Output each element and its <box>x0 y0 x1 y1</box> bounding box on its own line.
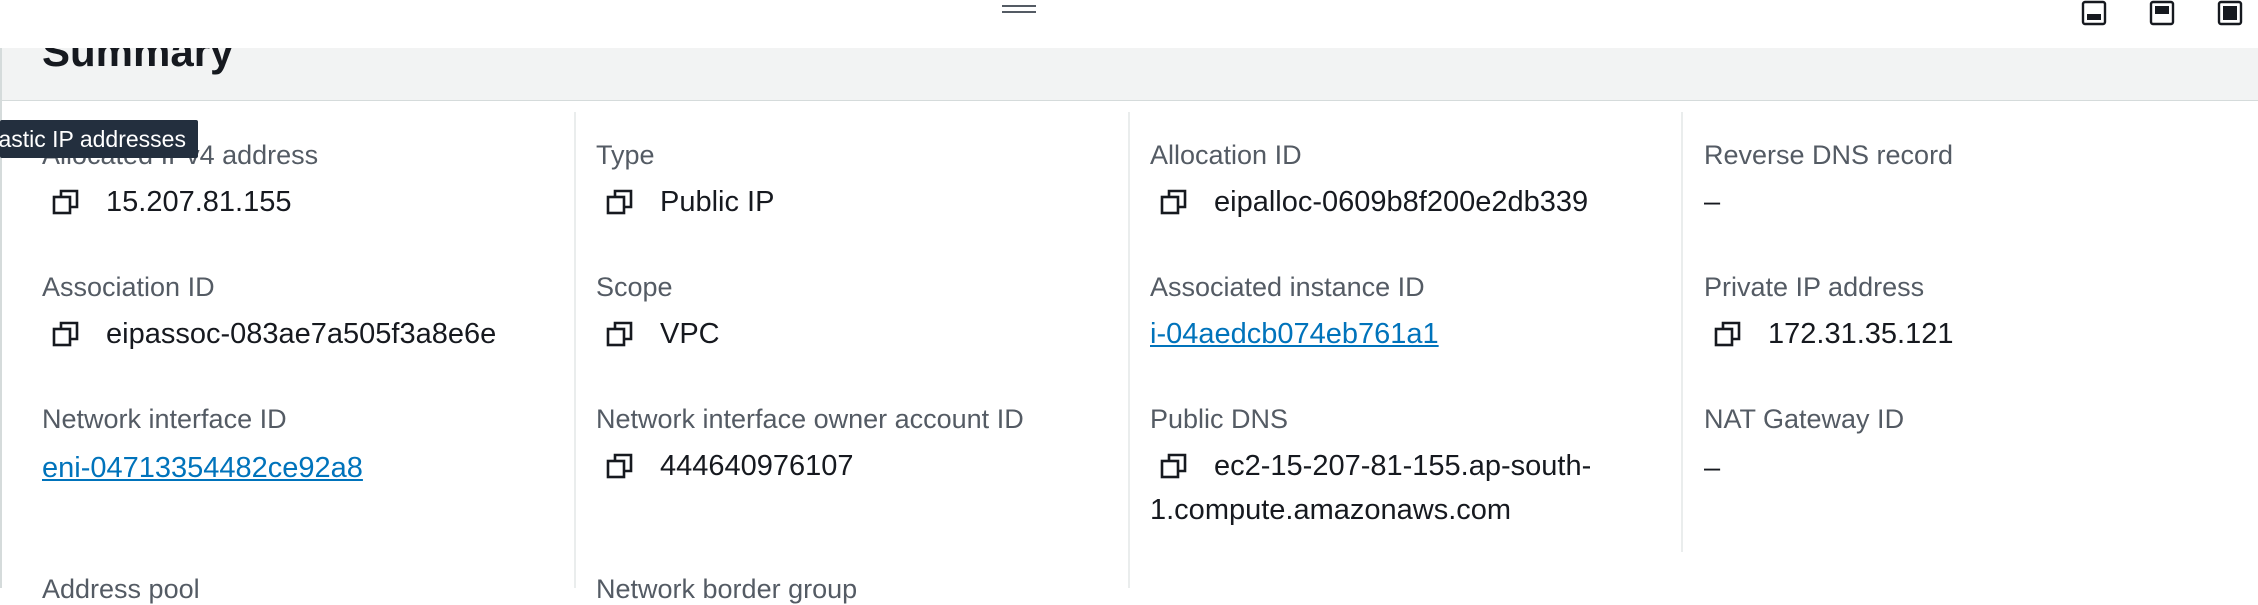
split-bottom-icon[interactable] <box>2080 0 2108 26</box>
tooltip-text: Elastic IP addresses <box>0 126 186 152</box>
scope-value: VPC <box>660 318 720 350</box>
public-dns-value-line2: 1.compute.amazonaws.com <box>1150 494 1512 526</box>
allocation-id-value: eipalloc-0609b8f200e2db339 <box>1214 186 1589 218</box>
instance-id-link[interactable]: i-04aedcb074eb761a1 <box>1150 318 1439 351</box>
panel-title: Summary <box>42 48 234 75</box>
reverse-dns-value: – <box>1704 186 1721 218</box>
eni-owner-value: 444640976107 <box>660 450 854 482</box>
split-panel-topbar <box>0 0 2258 48</box>
address-pool-label: Address pool <box>42 574 200 604</box>
copy-icon[interactable] <box>604 186 636 218</box>
split-full-icon[interactable] <box>2216 0 2244 26</box>
reverse-dns-label: Reverse DNS record <box>1704 140 1954 170</box>
nat-gateway-value: – <box>1704 452 1721 484</box>
private-ip-value: 172.31.35.121 <box>1768 318 1954 350</box>
allocation-id-label: Allocation ID <box>1150 140 1302 170</box>
copy-icon[interactable] <box>50 318 82 350</box>
eni-owner-label: Network interface owner account ID <box>596 404 1024 434</box>
associated-instance-label: Associated instance ID <box>1150 272 1425 302</box>
network-border-group-label: Network border group <box>596 574 858 604</box>
column-divider <box>1681 112 1683 552</box>
public-dns-value-line1: ec2-15-207-81-155.ap-south- <box>1214 450 1592 482</box>
column-divider <box>574 112 576 588</box>
column-divider <box>1128 112 1130 588</box>
network-interface-id-link[interactable]: eni-04713354482ce92a8 <box>42 452 363 485</box>
copy-icon[interactable] <box>1158 186 1190 218</box>
split-side-icon[interactable] <box>2148 0 2176 26</box>
type-label: Type <box>596 140 655 170</box>
panel-header: Summary <box>0 48 2258 101</box>
copy-icon[interactable] <box>1712 318 1744 350</box>
public-dns-label: Public DNS <box>1150 404 1289 434</box>
allocated-ipv4-value: 15.207.81.155 <box>106 186 292 218</box>
drag-handle-icon[interactable] <box>1002 3 1036 15</box>
tooltip: Elastic IP addresses <box>0 120 198 158</box>
network-interface-id-label: Network interface ID <box>42 404 287 434</box>
type-value: Public IP <box>660 186 775 218</box>
scope-label: Scope <box>596 272 673 302</box>
copy-icon[interactable] <box>604 450 636 482</box>
copy-icon[interactable] <box>604 318 636 350</box>
association-id-label: Association ID <box>42 272 215 302</box>
copy-icon[interactable] <box>1158 450 1190 482</box>
copy-icon[interactable] <box>50 186 82 218</box>
association-id-value: eipassoc-083ae7a505f3a8e6e <box>106 318 497 350</box>
private-ip-label: Private IP address <box>1704 272 1925 302</box>
nat-gateway-label: NAT Gateway ID <box>1704 404 1905 434</box>
